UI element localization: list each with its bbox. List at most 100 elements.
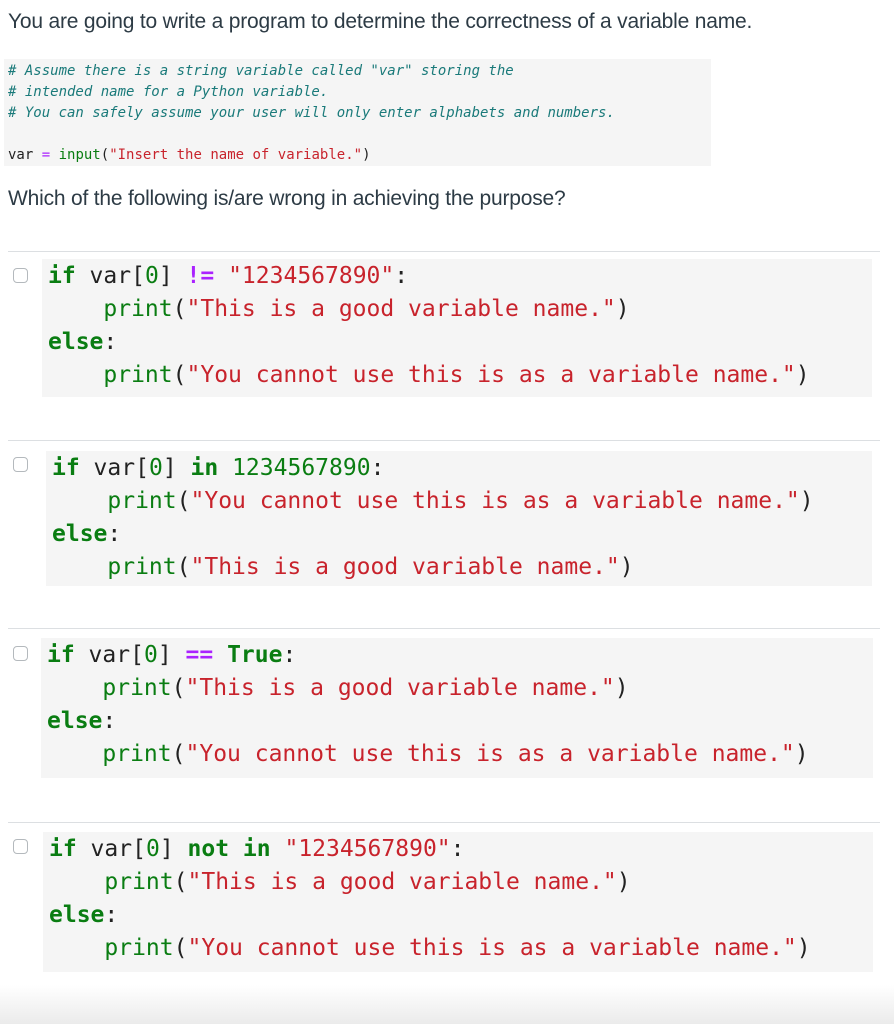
code-token: ] [159, 836, 188, 862]
code-token: if [52, 455, 80, 481]
code-token: print [103, 296, 173, 322]
code-line: if var[0] == True: [47, 642, 296, 668]
question-prompt: Which of the following is/are wrong in a… [8, 187, 566, 210]
code-line: print("You cannot use this is as a varia… [49, 935, 811, 961]
code-token: : [450, 836, 465, 862]
code-token: ) [796, 935, 811, 961]
code-token: ( [171, 741, 186, 767]
divider [8, 628, 880, 629]
code-token: ] [162, 455, 191, 481]
code-token: ( [100, 147, 110, 163]
answer-code-block: if var[0] in 1234567890: print("You cann… [46, 451, 872, 586]
divider [8, 440, 880, 441]
code-token: "You cannot use this is as a variable na… [190, 488, 800, 514]
code-token: ) [616, 869, 631, 895]
code-assign-line: var = input("Insert the name of variable… [8, 147, 371, 163]
code-token: "1234567890" [228, 263, 395, 289]
code-line: print("This is a good variable name.") [47, 675, 628, 701]
code-token: print [107, 488, 177, 514]
code-line: print("This is a good variable name.") [48, 296, 630, 322]
code-token: != [186, 263, 215, 289]
code-line: else: [48, 329, 117, 355]
code-line: if var[0] != "1234567890": [48, 263, 408, 289]
code-token: print [102, 741, 172, 767]
code-token: ) [799, 488, 814, 514]
code-token: ( [171, 675, 186, 701]
code-token: print [104, 869, 174, 895]
code-token: in [190, 455, 219, 481]
code-token: ( [176, 554, 191, 580]
answer-code-block: if var[0] == True: print("This is a good… [41, 638, 873, 778]
code-token: "You cannot use this is as a variable na… [185, 741, 795, 767]
code-token: print [104, 935, 174, 961]
code-token: : [394, 263, 409, 289]
code-token: : [370, 455, 385, 481]
answer-checkbox[interactable] [13, 839, 28, 854]
code-token: ( [173, 935, 188, 961]
code-token: "This is a good variable name." [186, 296, 616, 322]
code-token: if [47, 642, 75, 668]
code-token: : [107, 521, 122, 547]
code-line: else: [49, 902, 118, 928]
code-token: 1234567890 [232, 455, 371, 481]
code-token: print [103, 362, 173, 388]
code-comment: # You can safely assume your user will o… [8, 105, 615, 121]
code-token: == [185, 642, 214, 668]
code-token: var[ [74, 642, 144, 668]
code-line: print("You cannot use this is as a varia… [48, 362, 810, 388]
code-token: else [49, 902, 105, 928]
code-token: ( [172, 362, 187, 388]
code-token: "You cannot use this is as a variable na… [187, 935, 797, 961]
code-line: if var[0] not in "1234567890": [49, 836, 465, 862]
code-snippet: # Assume there is a string variable call… [4, 59, 711, 166]
answer-checkbox[interactable] [13, 457, 28, 472]
code-comment: # Assume there is a string variable call… [8, 63, 514, 79]
code-token: else [52, 521, 108, 547]
code-token: "Insert the name of variable." [109, 147, 363, 163]
code-token: True [227, 642, 283, 668]
code-token: : [103, 329, 118, 355]
code-token: ) [794, 741, 809, 767]
code-token: : [104, 902, 119, 928]
answer-code-block: if var[0] != "1234567890": print("This i… [42, 259, 872, 397]
code-line: print("This is a good variable name.") [49, 869, 631, 895]
code-token: "This is a good variable name." [187, 869, 617, 895]
code-token: print [107, 554, 177, 580]
code-line: print("You cannot use this is as a varia… [52, 488, 814, 514]
code-token: var[ [76, 836, 146, 862]
code-line: print("This is a good variable name.") [52, 554, 634, 580]
code-token: "1234567890" [284, 836, 451, 862]
divider [8, 251, 880, 252]
divider [8, 822, 880, 823]
code-token: 0 [143, 642, 158, 668]
code-token: : [102, 708, 117, 734]
code-line: print("You cannot use this is as a varia… [47, 741, 809, 767]
answer-code-block: if var[0] not in "1234567890": print("Th… [43, 832, 873, 972]
code-token: ] [157, 642, 186, 668]
answer-checkbox[interactable] [13, 646, 28, 661]
code-line: if var[0] in 1234567890: [52, 455, 384, 481]
code-token: "This is a good variable name." [185, 675, 615, 701]
code-token: var [8, 147, 34, 163]
code-token: if [48, 263, 76, 289]
code-token: ) [615, 296, 630, 322]
code-line: else: [47, 708, 116, 734]
code-token: 0 [148, 455, 163, 481]
code-token: ) [362, 147, 371, 163]
code-token: var[ [75, 263, 145, 289]
code-token: = [33, 147, 59, 163]
code-token: else [48, 329, 104, 355]
answer-checkbox[interactable] [13, 268, 28, 283]
code-token: "You cannot use this is as a variable na… [186, 362, 796, 388]
code-token: : [282, 642, 297, 668]
code-token: ) [619, 554, 634, 580]
code-token: ) [795, 362, 810, 388]
